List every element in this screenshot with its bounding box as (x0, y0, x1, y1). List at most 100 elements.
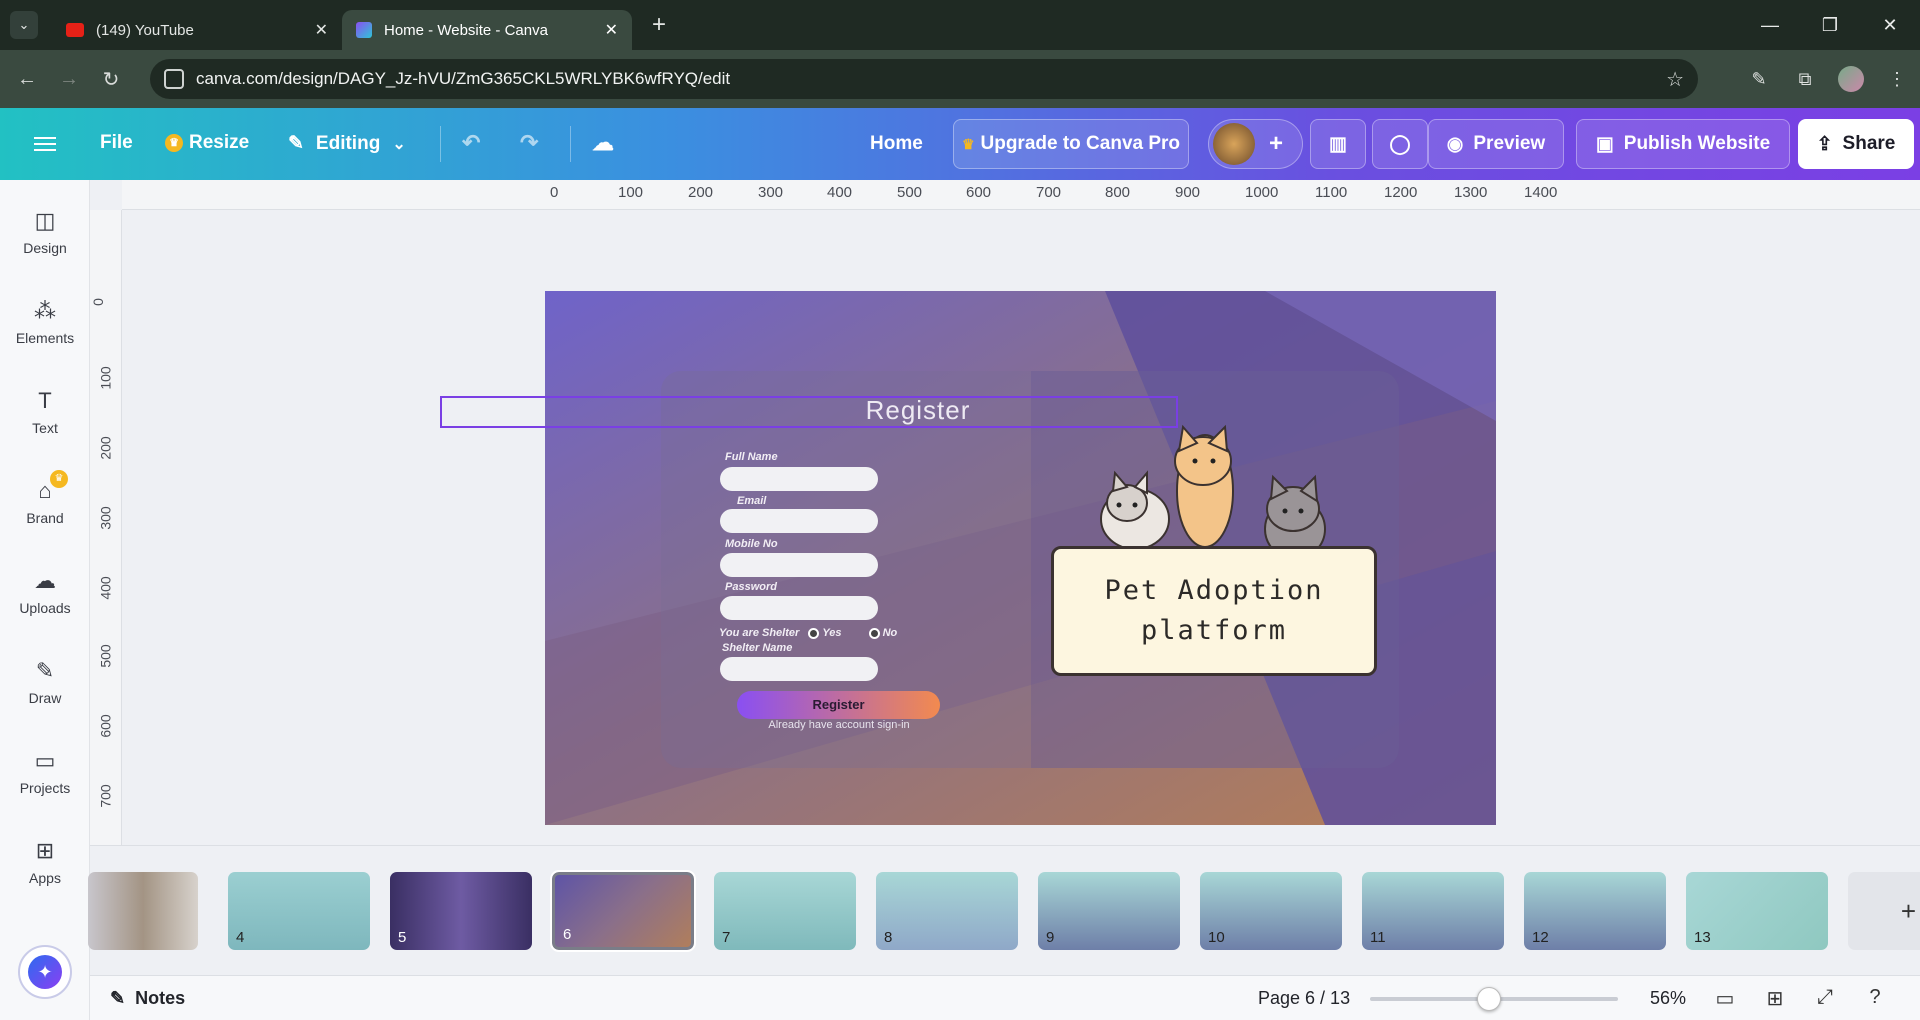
page-thumbnail-selected[interactable]: 6 (550, 870, 696, 952)
ruler-label: 1400 (1524, 184, 1558, 201)
tab-youtube[interactable]: (149) YouTube ✕ (52, 10, 342, 50)
crown-icon: ♛ (961, 135, 975, 152)
restore-icon[interactable]: ❐ (1800, 15, 1860, 36)
sidebar-item-brand[interactable]: ⌂ ♛ Brand (0, 470, 90, 526)
upgrade-button[interactable]: ♛ Upgrade to Canva Pro (953, 119, 1189, 169)
eye-icon: ◉ (1446, 133, 1464, 155)
tab-search-button[interactable]: ⌄ (10, 11, 38, 39)
sidebar-item-uploads[interactable]: ☁ Uploads (0, 568, 90, 616)
apps-icon: ⊞ (35, 838, 55, 863)
page-thumbnail[interactable] (88, 872, 198, 950)
reload-icon[interactable]: ↻ (96, 67, 126, 92)
text-icon: T (38, 388, 52, 413)
pet-adoption-board[interactable]: Pet Adoption platform (1051, 546, 1377, 676)
page-thumbnail[interactable]: 13 (1686, 872, 1828, 950)
page-number: 11 (1370, 929, 1386, 946)
signin-link[interactable]: Already have account sign-in (705, 719, 973, 731)
sidebar-item-apps[interactable]: ⊞ Apps (0, 838, 90, 886)
sidebar-item-text[interactable]: T Text (0, 388, 90, 436)
close-window-icon[interactable]: ✕ (1860, 15, 1920, 36)
divider (570, 126, 571, 162)
url-text: canva.com/design/DAGY_Jz-hVU/ZmG365CKL5W… (196, 69, 731, 88)
register-button[interactable]: Register (737, 691, 940, 719)
back-icon[interactable]: ← (12, 68, 42, 91)
file-menu[interactable]: File (100, 132, 133, 154)
hamburger-menu-icon[interactable] (34, 133, 56, 155)
page-number: 9 (1046, 929, 1055, 946)
radio-yes[interactable] (808, 627, 820, 639)
pages-view-icon[interactable]: ▭ (1700, 986, 1750, 1011)
page-name[interactable]: Home (870, 133, 923, 155)
bookmark-star-icon[interactable]: ☆ (1666, 67, 1684, 92)
page-thumbnail[interactable]: 7 (714, 872, 856, 950)
selection-box[interactable] (440, 396, 1178, 428)
extensions-icon[interactable]: ⧉ (1782, 69, 1828, 90)
upgrade-label: Upgrade to Canva Pro (980, 133, 1181, 154)
page-number: 12 (1532, 929, 1549, 946)
page-thumbnail[interactable]: 8 (876, 872, 1018, 950)
radio-no[interactable] (868, 627, 880, 639)
page-name-label: Home (870, 133, 923, 154)
fullscreen-icon[interactable]: ⤢ (1800, 986, 1850, 1011)
collaborators[interactable]: + (1208, 119, 1303, 169)
comments-icon[interactable]: ◯ (1372, 119, 1428, 169)
no-label: No (882, 627, 898, 639)
sidebar-item-draw[interactable]: ✎ Draw (0, 658, 90, 706)
zoom-value[interactable]: 56% (1650, 988, 1686, 1009)
site-info-icon[interactable] (164, 69, 184, 89)
notes-label: Notes (135, 988, 186, 1008)
zoom-slider-thumb[interactable] (1476, 987, 1501, 1011)
eyedropper-icon[interactable]: ✎ (1736, 69, 1782, 90)
publish-website-button[interactable]: ▣ Publish Website (1576, 119, 1790, 169)
magic-assistant-button[interactable]: ✦ (18, 945, 72, 999)
sidebar-item-projects[interactable]: ▭ Projects (0, 748, 90, 796)
grid-view-icon[interactable]: ⊞ (1750, 986, 1800, 1011)
minimize-icon[interactable]: — (1740, 15, 1800, 36)
close-tab-icon[interactable]: ✕ (315, 20, 328, 40)
avatar[interactable] (1213, 123, 1255, 165)
full-name-input[interactable] (720, 467, 878, 491)
field-label: Full Name (725, 451, 778, 463)
cloud-saved-icon[interactable]: ☁ (592, 130, 614, 156)
browser-menu-icon[interactable]: ⋮ (1874, 69, 1920, 90)
add-collaborator-icon[interactable]: + (1269, 130, 1283, 158)
notes-button[interactable]: ✎ Notes (110, 988, 185, 1009)
page-thumbnail[interactable]: 11 (1362, 872, 1504, 950)
page-thumbnail[interactable]: 9 (1038, 872, 1180, 950)
editing-label: Editing (315, 132, 381, 154)
help-icon[interactable]: ? (1850, 986, 1900, 1011)
zoom-slider[interactable] (1370, 987, 1618, 1011)
close-tab-icon[interactable]: ✕ (605, 20, 618, 40)
add-page-button[interactable]: + (1848, 872, 1920, 950)
preview-button[interactable]: ◉ Preview (1428, 119, 1564, 169)
page-thumbnail[interactable]: 12 (1524, 872, 1666, 950)
page-thumbnail[interactable]: 10 (1200, 872, 1342, 950)
email-input[interactable] (720, 509, 878, 533)
draw-icon: ✎ (35, 658, 55, 683)
resize-button[interactable]: ♛ Resize (165, 132, 249, 154)
page-thumbnail[interactable]: 4 (228, 872, 370, 950)
redo-icon[interactable]: ↷ (520, 130, 538, 156)
field-label: Mobile No (725, 538, 778, 550)
uploads-icon: ☁ (34, 568, 56, 593)
mobile-input[interactable] (720, 553, 878, 577)
sidebar-item-elements[interactable]: ⁂ Elements (0, 298, 90, 346)
url-field[interactable]: canva.com/design/DAGY_Jz-hVU/ZmG365CKL5W… (150, 59, 1698, 99)
page-thumbnail[interactable]: 5 (390, 872, 532, 950)
ruler-label: 200 (97, 436, 114, 460)
share-button[interactable]: ⇪ Share (1798, 119, 1914, 169)
ruler-label: 300 (97, 506, 114, 530)
editing-dropdown[interactable]: ✎ Editing ⌄ (288, 132, 406, 155)
profile-avatar[interactable] (1838, 66, 1864, 92)
password-input[interactable] (720, 596, 878, 620)
shelter-name-input[interactable] (720, 657, 878, 681)
new-tab-button[interactable]: + (652, 11, 666, 39)
sidebar-item-design[interactable]: ◫ Design (0, 208, 90, 256)
page-indicator[interactable]: Page 6 / 13 (1258, 988, 1350, 1009)
forward-icon[interactable]: → (54, 68, 84, 91)
undo-icon[interactable]: ↶ (462, 130, 480, 156)
design-page[interactable]: Register Full Name Email Mobile No Passw… (545, 291, 1496, 825)
share-label: Share (1842, 133, 1896, 154)
insights-icon[interactable]: ▥ (1310, 119, 1366, 169)
tab-canva[interactable]: Home - Website - Canva ✕ (342, 10, 632, 50)
